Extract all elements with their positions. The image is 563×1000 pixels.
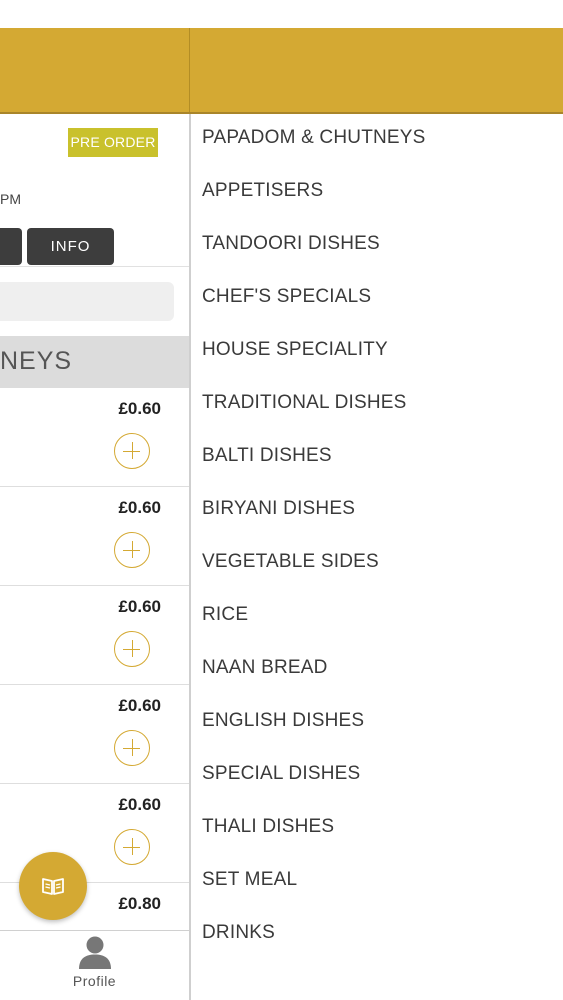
- status-bar-area: [0, 0, 563, 28]
- category-header: NEYS: [0, 336, 189, 388]
- category-item-thali-dishes[interactable]: THALI DISHES: [202, 816, 334, 846]
- menu-book-icon: [42, 878, 64, 895]
- menu-item: £0.60: [0, 487, 189, 586]
- category-item-naan-bread[interactable]: NAAN BREAD: [202, 657, 328, 687]
- category-header-title: NEYS: [0, 347, 73, 375]
- add-item-button[interactable]: [114, 433, 150, 469]
- menu-item: £0.60: [0, 685, 189, 784]
- item-price: £0.60: [118, 795, 161, 814]
- category-item-house-speciality[interactable]: HOUSE SPECIALITY: [202, 339, 388, 369]
- item-price: £0.60: [118, 597, 161, 616]
- bottom-navigation: Profile: [0, 930, 189, 1000]
- item-price: £0.60: [118, 399, 161, 418]
- header-divider: [189, 28, 190, 114]
- menu-item: £0.60: [0, 586, 189, 685]
- category-item-chefs-specials[interactable]: CHEF'S SPECIALS: [202, 286, 371, 316]
- category-item-appetisers[interactable]: APPETISERS: [202, 180, 323, 210]
- person-icon[interactable]: [77, 935, 113, 969]
- menu-button[interactable]: [0, 228, 22, 265]
- category-item-vegetable-sides[interactable]: VEGETABLE SIDES: [202, 551, 379, 581]
- category-item-balti-dishes[interactable]: BALTI DISHES: [202, 445, 332, 475]
- menu-fab-button[interactable]: [19, 852, 87, 920]
- category-drawer: PAPADOM & CHUTNEYS APPETISERS TANDOORI D…: [191, 114, 563, 1000]
- app-header: [0, 28, 563, 114]
- profile-tab-label[interactable]: Profile: [0, 973, 189, 989]
- opening-time-text: PM: [0, 191, 21, 207]
- category-item-set-meal[interactable]: SET MEAL: [202, 869, 297, 899]
- item-price: £0.60: [118, 498, 161, 517]
- category-item-english-dishes[interactable]: ENGLISH DISHES: [202, 710, 364, 740]
- search-input[interactable]: [0, 282, 174, 321]
- category-item-special-dishes[interactable]: SPECIAL DISHES: [202, 763, 360, 793]
- pre-order-badge: PRE ORDER: [68, 128, 158, 157]
- category-item-biryani-dishes[interactable]: BIRYANI DISHES: [202, 498, 355, 528]
- add-item-button[interactable]: [114, 631, 150, 667]
- category-item-rice[interactable]: RICE: [202, 604, 248, 634]
- item-price: £0.80: [118, 894, 161, 913]
- info-button[interactable]: INFO: [27, 228, 114, 265]
- add-item-button[interactable]: [114, 829, 150, 865]
- divider: [0, 266, 189, 267]
- add-item-button[interactable]: [114, 532, 150, 568]
- add-item-button[interactable]: [114, 730, 150, 766]
- menu-item: £0.60: [0, 388, 189, 487]
- category-item-drinks[interactable]: DRINKS: [202, 922, 275, 952]
- category-item-papadom-chutneys[interactable]: PAPADOM & CHUTNEYS: [202, 127, 426, 157]
- category-item-traditional-dishes[interactable]: TRADITIONAL DISHES: [202, 392, 407, 422]
- item-price: £0.60: [118, 696, 161, 715]
- category-item-tandoori-dishes[interactable]: TANDOORI DISHES: [202, 233, 380, 263]
